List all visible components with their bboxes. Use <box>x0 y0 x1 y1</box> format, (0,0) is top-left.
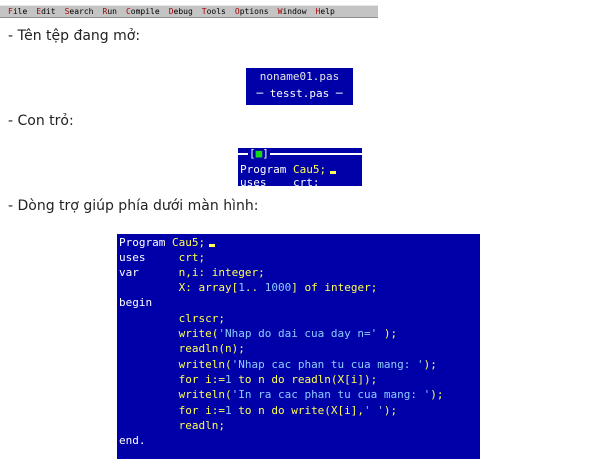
menu-run[interactable]: Run <box>102 6 117 16</box>
menu-label: dit <box>41 6 56 16</box>
text-cursor-icon <box>330 171 337 174</box>
keyword: Program <box>240 163 287 176</box>
code-string: ' ' <box>364 404 384 417</box>
menu-label: earch <box>69 6 94 16</box>
code-line-14: end. <box>119 434 146 447</box>
code-line-13: readln; <box>119 419 225 432</box>
code-number: 1 <box>238 281 245 294</box>
code-number: 1 <box>224 404 232 417</box>
code-editor[interactable]: Program Cau5; uses crt; var n,i: integer… <box>117 234 480 459</box>
caption-cursor: - Con trỏ: <box>8 113 74 129</box>
code-string: 'Nhap cac phan tu cua mang: ' <box>231 358 424 371</box>
code-line-5: begin <box>119 296 153 309</box>
code-token: uses <box>119 251 146 264</box>
code-line-4: X: array[1.. 1000] of integer; <box>119 280 378 295</box>
menu-file[interactable]: File <box>8 6 28 16</box>
program-name: Cau5; <box>292 163 327 176</box>
code-line-3: var n,i: integer; <box>119 265 265 280</box>
cursor-snippet: [■] Program Cau5; uses crt; <box>238 148 362 186</box>
code-token: ); <box>430 388 444 401</box>
menu-label: elp <box>320 6 335 16</box>
code-token: write( <box>119 327 219 340</box>
caption-help-line: - Dòng trợ giúp phía dưới màn hình: <box>8 198 259 214</box>
code-token: ); <box>377 327 398 340</box>
code-line-8: readln(n); <box>119 342 245 355</box>
code-line-11: writeln('In ra cac phan tu cua mang: '); <box>119 387 444 402</box>
code-line-12: for i:=1 to n do write(X[i],' '); <box>119 403 398 418</box>
menu-help[interactable]: Help <box>316 6 335 16</box>
code-token: X: array[ <box>119 281 239 294</box>
menu-edit[interactable]: Edit <box>36 6 56 16</box>
code-line-partial: uses crt; <box>240 176 320 187</box>
code-line-7: write('Nhap do dai cua day n=' ); <box>119 326 398 341</box>
code-token: for i:= <box>119 404 225 417</box>
code-string: 'In ra cac phan tu cua mang: ' <box>231 388 431 401</box>
menu-label: ools <box>206 6 226 16</box>
menu-debug[interactable]: Debug <box>169 6 193 16</box>
caption-open-file: - Tên tệp đang mở: <box>8 28 141 44</box>
code-line-10: for i:=1 to n do readln(X[i]); <box>119 372 378 387</box>
menu-search[interactable]: Search <box>65 6 94 16</box>
code-token: writeln( <box>119 388 232 401</box>
code-token: for i:= <box>119 373 225 386</box>
code-string: 'Nhap do dai cua day n=' <box>218 327 378 340</box>
code-token: ] of integer; <box>291 281 378 294</box>
menu-label: ptions <box>239 6 269 16</box>
code-token: to n do readln(X[i]); <box>231 373 378 386</box>
code-token: n,i: integer; <box>138 266 265 279</box>
menu-bar: File Edit Search Run Compile Debug Tools… <box>0 5 378 18</box>
window-item-label: tesst.pas <box>269 87 330 100</box>
menu-label: indow <box>282 6 307 16</box>
code-token: ); <box>423 358 437 371</box>
bracket-open: [ <box>249 148 256 160</box>
code-line: Program Cau5; <box>240 163 337 176</box>
window-item-noname01[interactable]: noname01.pas <box>246 70 353 84</box>
code-token: Cau5; <box>165 236 206 249</box>
text-cursor-icon <box>209 244 216 247</box>
menu-label: ebug <box>173 6 193 16</box>
code-number: 1000 <box>264 281 292 294</box>
window-item-tesst[interactable]: ─ tesst.pas ─ <box>246 86 353 101</box>
window-list: noname01.pas ─ tesst.pas ─ <box>246 68 353 105</box>
code-token: var <box>119 266 139 279</box>
menu-compile[interactable]: Compile <box>126 6 160 16</box>
code-token: writeln( <box>119 358 232 371</box>
code-token: ); <box>383 404 398 417</box>
dash-right: ─ <box>335 87 343 100</box>
code-token: crt; <box>145 251 206 264</box>
code-line-6: clrscr; <box>119 312 225 325</box>
code-token: Program <box>119 236 166 249</box>
code-line-9: writeln('Nhap cac phan tu cua mang: '); <box>119 357 437 372</box>
bracket-close: ] <box>262 148 269 160</box>
menu-window[interactable]: Window <box>278 6 307 16</box>
menu-label: ile <box>12 6 28 16</box>
menu-label: un <box>107 6 117 16</box>
menu-label: ompile <box>130 6 160 16</box>
code-token: to n do write(X[i], <box>231 404 365 417</box>
close-box[interactable]: [■] <box>248 148 270 160</box>
menu-options[interactable]: Options <box>235 6 269 16</box>
code-line-1: Program Cau5; <box>119 235 216 250</box>
code-line-2: uses crt; <box>119 250 205 265</box>
code-number: 1 <box>224 373 232 386</box>
dash-left: ─ <box>256 87 264 100</box>
menu-tools[interactable]: Tools <box>202 6 226 16</box>
code-token: .. <box>244 281 265 294</box>
